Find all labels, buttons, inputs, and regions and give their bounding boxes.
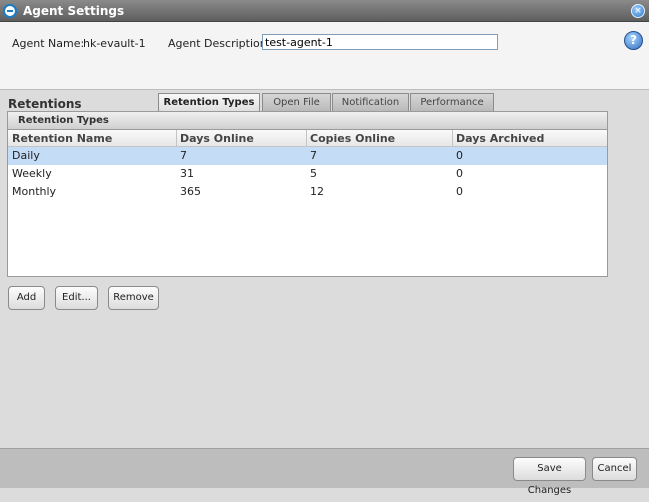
cell-retention-name: Monthly <box>12 185 57 198</box>
table-row[interactable]: Monthly 365 12 0 <box>8 183 607 201</box>
cell-days-archived: 0 <box>456 185 463 198</box>
tab-retention-types[interactable]: Retention Types <box>158 93 260 113</box>
cell-days-online: 365 <box>180 185 201 198</box>
save-changes-button[interactable]: Save Changes <box>513 457 586 496</box>
column-header-days-online[interactable]: Days Online <box>180 130 254 147</box>
close-icon[interactable]: × <box>631 4 645 18</box>
tab-notification[interactable]: Notification <box>332 93 409 112</box>
cell-days-archived: 0 <box>456 167 463 180</box>
cell-days-archived: 0 <box>456 149 463 162</box>
column-header-retention-name[interactable]: Retention Name <box>12 130 112 147</box>
settings-tabs: Retention Types Open File Notification P… <box>0 93 649 113</box>
cell-retention-name: Weekly <box>12 167 52 180</box>
app-logo-icon <box>3 3 17 18</box>
cell-days-online: 31 <box>180 167 194 180</box>
column-divider <box>452 130 453 147</box>
retentions-section-title: Retentions <box>8 97 82 111</box>
help-icon[interactable]: ? <box>624 31 643 50</box>
table-row[interactable]: Daily 7 7 0 <box>8 147 607 165</box>
window-titlebar: Agent Settings × <box>0 0 649 22</box>
add-button[interactable]: Add <box>8 286 45 310</box>
cancel-button[interactable]: Cancel <box>592 457 637 481</box>
column-divider <box>306 130 307 147</box>
agent-description-input[interactable] <box>262 34 498 50</box>
retention-types-panel-title: Retention Types <box>8 112 607 130</box>
window-title: Agent Settings <box>23 3 125 18</box>
table-header: Retention Name Days Online Copies Online… <box>8 130 607 147</box>
cell-copies-online: 5 <box>310 167 317 180</box>
cell-retention-name: Daily <box>12 149 40 162</box>
edit-button[interactable]: Edit... <box>55 286 98 310</box>
column-divider <box>176 130 177 147</box>
agent-description-label: Agent Description: <box>168 37 271 50</box>
agent-name-label: Agent Name: <box>12 37 85 50</box>
column-header-days-archived[interactable]: Days Archived <box>456 130 544 147</box>
cell-days-online: 7 <box>180 149 187 162</box>
retention-types-panel: Retention Types Retention Name Days Onli… <box>7 111 608 277</box>
cell-copies-online: 12 <box>310 185 324 198</box>
tab-open-file[interactable]: Open File <box>262 93 331 112</box>
cell-copies-online: 7 <box>310 149 317 162</box>
column-header-copies-online[interactable]: Copies Online <box>310 130 395 147</box>
dialog-footer: Save Changes Cancel <box>0 448 649 496</box>
agent-header: Agent Name: hk-evault-1 Agent Descriptio… <box>0 22 649 113</box>
agent-name-value: hk-evault-1 <box>83 37 146 50</box>
remove-button[interactable]: Remove <box>108 286 159 310</box>
table-row[interactable]: Weekly 31 5 0 <box>8 165 607 183</box>
tab-performance[interactable]: Performance <box>410 93 494 112</box>
